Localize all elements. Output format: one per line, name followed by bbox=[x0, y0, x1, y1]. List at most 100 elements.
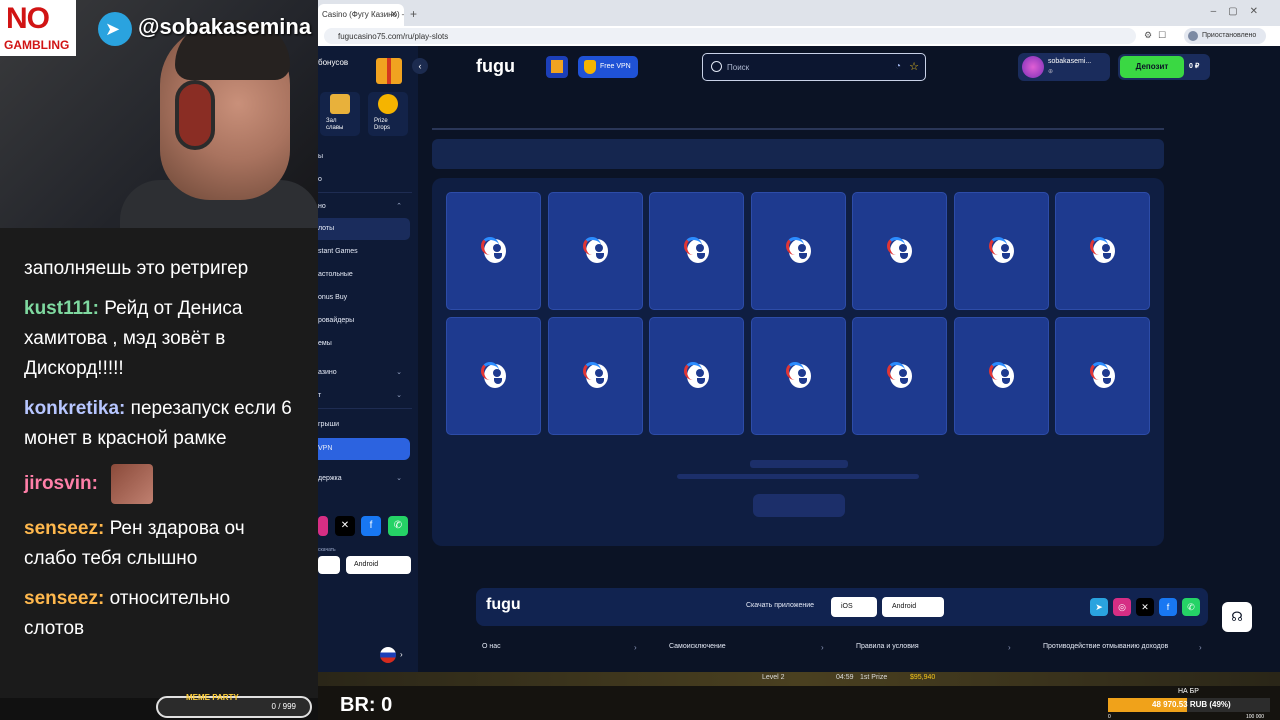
window-controls[interactable]: –▢✕ bbox=[1211, 6, 1270, 17]
android-app-button[interactable]: Android bbox=[346, 556, 411, 574]
chevron-right-icon[interactable]: › bbox=[400, 650, 403, 659]
close-tab-icon[interactable]: ✕ bbox=[390, 9, 398, 20]
hud-timer: 04:59 bbox=[836, 674, 854, 681]
free-vpn-button[interactable]: Free VPN bbox=[578, 56, 638, 78]
load-more-button[interactable] bbox=[753, 494, 845, 517]
divider bbox=[318, 192, 412, 193]
gift-button[interactable] bbox=[546, 56, 568, 78]
sidebar-item-label: но bbox=[318, 203, 326, 210]
shield-icon bbox=[584, 60, 596, 74]
collapse-sidebar-button[interactable]: ‹ bbox=[412, 58, 428, 74]
search-input[interactable]: Поиск ◔ ☆ bbox=[702, 53, 926, 81]
meme-party-widget: MEME PARTY 0 / 999 bbox=[156, 693, 312, 718]
sidebar-item-casino[interactable]: но ⌃ bbox=[318, 196, 410, 218]
game-card[interactable] bbox=[446, 192, 541, 310]
footer-link-terms[interactable]: Правила и условия › bbox=[856, 643, 1011, 652]
android-app-button[interactable]: Android bbox=[882, 597, 944, 617]
deposit-button[interactable]: Депозит bbox=[1120, 56, 1184, 78]
facebook-icon[interactable]: f bbox=[1159, 598, 1177, 616]
profile-paused-button[interactable]: Приостановлено bbox=[1184, 28, 1266, 44]
vpn-label: Free VPN bbox=[600, 63, 631, 70]
prize-drops-tile[interactable]: Prize Drops bbox=[368, 92, 408, 136]
fugu-fish-icon bbox=[684, 362, 710, 390]
badge-gambling-text: GAMBLING bbox=[4, 38, 70, 52]
coin-icon bbox=[378, 94, 398, 114]
fugu-logo[interactable]: fugu bbox=[476, 56, 515, 77]
tab-bar: Casino (Фугу Казино) – р ✕ + –▢✕ bbox=[318, 0, 1280, 26]
fugu-fish-icon bbox=[684, 237, 710, 265]
whatsapp-icon[interactable]: ✆ bbox=[388, 516, 408, 536]
facebook-icon[interactable]: f bbox=[361, 516, 381, 536]
search-icon bbox=[711, 61, 722, 72]
sidebar-item-label: т bbox=[318, 392, 322, 399]
game-card[interactable] bbox=[953, 317, 1049, 435]
sidebar-item-slots[interactable]: лоты bbox=[318, 218, 410, 240]
tile-label: Зал bbox=[326, 118, 337, 124]
russia-flag-icon[interactable] bbox=[380, 647, 396, 663]
filter-bar-placeholder bbox=[432, 139, 1164, 169]
sidebar-item-bonus-buy[interactable]: onus Buy bbox=[318, 287, 410, 309]
history-icon[interactable]: ◔ bbox=[895, 61, 901, 72]
telegram-icon[interactable]: ➤ bbox=[1090, 598, 1108, 616]
new-tab-icon[interactable]: + bbox=[410, 7, 417, 21]
sidebar-item-instant-games[interactable]: stant Games bbox=[318, 241, 410, 263]
game-card[interactable] bbox=[649, 317, 744, 435]
hall-of-fame-tile[interactable]: Зал славы bbox=[320, 92, 360, 136]
url-field[interactable]: fugucasino75.com/ru/play-slots bbox=[324, 28, 1136, 44]
chevron-down-icon: ⌄ bbox=[396, 369, 402, 376]
tile-label: Drops bbox=[374, 125, 391, 131]
user-profile-button[interactable]: sobakasemi... ⊕ bbox=[1018, 53, 1110, 81]
sidebar-item-support[interactable]: держка ⌄ bbox=[318, 468, 410, 490]
ios-app-button[interactable] bbox=[318, 556, 340, 574]
footer-link-self-exclusion[interactable]: Самоисключение › bbox=[669, 643, 824, 652]
progress-text: 48 970.53 RUB (49%) bbox=[1152, 700, 1231, 709]
x-icon[interactable]: ✕ bbox=[1136, 598, 1154, 616]
chevron-right-icon: › bbox=[1199, 643, 1202, 652]
chat-username: senseez bbox=[24, 518, 98, 539]
footer-logo[interactable]: fugu bbox=[486, 596, 521, 614]
instagram-icon[interactable]: ◎ bbox=[1113, 598, 1131, 616]
sidebar-item-table-games[interactable]: астольные bbox=[318, 264, 410, 286]
fugu-fish-icon bbox=[481, 237, 507, 265]
sidebar-item-label: ы bbox=[318, 153, 324, 160]
sidebar-item[interactable]: о bbox=[318, 169, 410, 191]
gift-icon[interactable] bbox=[376, 58, 402, 84]
whatsapp-icon[interactable]: ✆ bbox=[1182, 598, 1200, 616]
status-icon: ⊕ bbox=[1048, 69, 1054, 75]
footer-link-aml[interactable]: Противодействие отмыванию доходов › bbox=[1043, 643, 1202, 652]
chevron-right-icon: › bbox=[821, 643, 824, 652]
game-card[interactable] bbox=[547, 192, 643, 310]
ios-app-button[interactable]: iOS bbox=[831, 597, 877, 617]
sidebar-item-live-casino[interactable]: азино ⌄ bbox=[318, 362, 410, 384]
no-gambling-badge: NO GAMBLING bbox=[0, 0, 76, 56]
extensions-icon[interactable]: ⚙☐ bbox=[1144, 30, 1172, 41]
search-placeholder: Поиск bbox=[727, 63, 750, 72]
chat-message: konkretika: перезапуск если 6 монет в кр… bbox=[24, 398, 292, 449]
sidebar-item-providers[interactable]: ровайдеры bbox=[318, 310, 410, 332]
game-card[interactable] bbox=[852, 192, 947, 310]
game-card[interactable] bbox=[1055, 317, 1150, 435]
game-card[interactable] bbox=[852, 317, 947, 435]
sidebar-item-giveaways[interactable]: грыши bbox=[318, 414, 410, 436]
game-card[interactable] bbox=[547, 317, 643, 435]
footer-link-about[interactable]: О нас › bbox=[482, 643, 637, 652]
support-chat-button[interactable]: ☊ bbox=[1222, 602, 1252, 632]
game-card[interactable] bbox=[750, 317, 846, 435]
progress-title: НА БР bbox=[1178, 688, 1199, 695]
loading-skeleton bbox=[677, 474, 919, 479]
sidebar-item-vpn[interactable]: VPN bbox=[318, 438, 410, 460]
sidebar-item[interactable]: ы bbox=[318, 146, 410, 168]
game-card[interactable] bbox=[953, 192, 1049, 310]
star-icon[interactable]: ☆ bbox=[909, 60, 919, 73]
chat-message: jirosvin: bbox=[24, 464, 294, 504]
badge-no-text: NO bbox=[6, 2, 50, 35]
instagram-icon[interactable] bbox=[318, 516, 328, 536]
x-icon[interactable]: ✕ bbox=[335, 516, 355, 536]
game-card[interactable] bbox=[750, 192, 846, 310]
divider bbox=[432, 128, 1164, 130]
sidebar-item-sport[interactable]: т ⌄ bbox=[318, 385, 410, 407]
game-card[interactable] bbox=[649, 192, 744, 310]
game-card[interactable] bbox=[446, 317, 541, 435]
sidebar-item-themes[interactable]: емы bbox=[318, 333, 410, 355]
game-card[interactable] bbox=[1055, 192, 1150, 310]
